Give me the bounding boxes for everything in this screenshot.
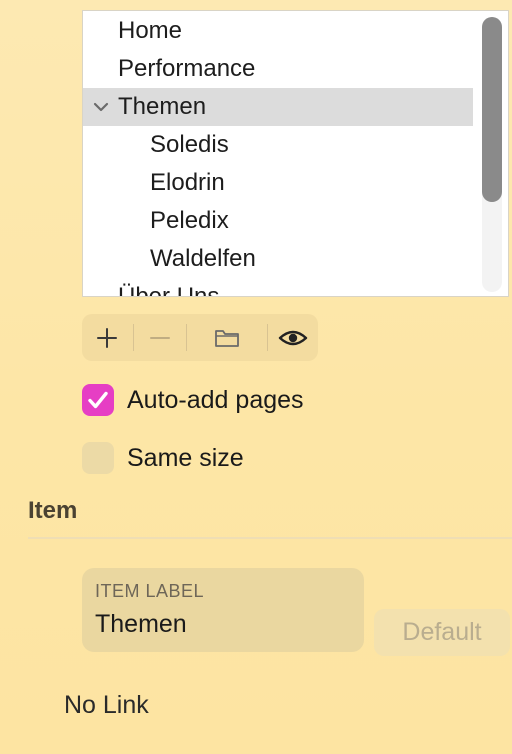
tree-item-performance[interactable]: Performance [83, 50, 473, 88]
tree-item-waldelfen[interactable]: Waldelfen [83, 240, 473, 278]
add-folder-button[interactable] [187, 314, 267, 361]
tree-item-elodrin[interactable]: Elodrin [83, 164, 473, 202]
minus-icon [150, 336, 170, 339]
tree-item-peledix[interactable]: Peledix [83, 202, 473, 240]
tree-item-label: Performance [118, 55, 256, 82]
plus-icon [97, 327, 117, 348]
tree-item-ueber-uns[interactable]: Über Uns [83, 278, 473, 297]
tree-item-label: Elodrin [150, 169, 225, 196]
visibility-button[interactable] [268, 314, 318, 361]
eye-icon [278, 330, 308, 345]
tree-item-themen[interactable]: Themen [83, 88, 473, 126]
outline-toolbar [82, 314, 318, 361]
vertical-scrollbar[interactable] [482, 17, 502, 292]
scrollbar-thumb[interactable] [482, 17, 502, 202]
default-button[interactable]: Default [374, 609, 510, 656]
auto-add-pages-label: Auto-add pages [127, 386, 304, 414]
tree-item-home[interactable]: Home [83, 12, 473, 50]
add-button[interactable] [82, 314, 132, 361]
remove-button[interactable] [134, 314, 186, 361]
item-label-caption: ITEM LABEL [95, 581, 205, 601]
tree-item-label: Waldelfen [150, 245, 256, 272]
tree-item-label: Peledix [150, 207, 229, 234]
same-size-label: Same size [127, 444, 244, 472]
tree-item-soledis[interactable]: Soledis [83, 126, 473, 164]
auto-add-pages-checkbox[interactable] [82, 384, 114, 416]
link-status[interactable]: No Link [64, 689, 149, 721]
chevron-down-icon[interactable] [91, 97, 111, 117]
item-section-title: Item [28, 497, 78, 524]
section-divider [28, 537, 512, 539]
item-label-field[interactable]: ITEM LABEL Themen [82, 568, 364, 652]
tree-item-label: Home [118, 17, 183, 44]
page-outline-list[interactable]: Home Performance Themen Soledis Elodrin … [82, 10, 509, 297]
item-label-input[interactable]: Themen [95, 609, 187, 639]
tree-item-label: Über Uns [118, 283, 220, 297]
same-size-checkbox[interactable] [82, 442, 114, 474]
checkmark-icon [88, 391, 108, 409]
tree-item-label: Themen [118, 93, 207, 120]
tree-item-label: Soledis [150, 131, 229, 158]
folder-icon [215, 329, 239, 347]
